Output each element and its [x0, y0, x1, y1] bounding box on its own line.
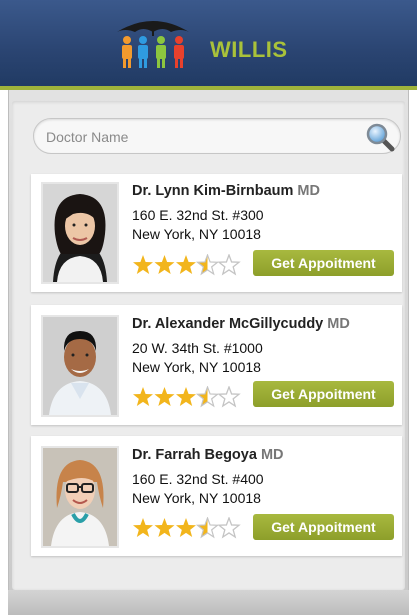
address-line-1: 20 W. 34th St. #1000	[132, 340, 263, 356]
star-icon	[176, 255, 196, 274]
star-icon	[217, 385, 241, 408]
doctor-card[interactable]: Dr. Alexander McGillycuddy MD 20 W. 34th…	[31, 305, 402, 425]
doctor-credential: MD	[260, 447, 284, 463]
doctor-name-search-input[interactable]	[46, 127, 346, 147]
address-line-1: 160 E. 32nd St. #400	[132, 471, 264, 487]
star-icon	[195, 385, 220, 408]
doctor-name: Dr. Lynn Kim-Birnbaum MD	[132, 183, 320, 199]
doctor-photo	[41, 446, 119, 548]
doctor-name: Dr. Alexander McGillycuddy MD	[132, 316, 350, 332]
star-icon	[154, 255, 175, 274]
search-bar	[33, 118, 401, 154]
app-header: WILLIS	[0, 0, 417, 88]
doctor-name-text: Dr. Alexander McGillycuddy	[132, 316, 324, 332]
doctor-card[interactable]: Dr. Farrah Begoya MD 160 E. 32nd St. #40…	[31, 436, 402, 556]
family-umbrella-icon	[117, 21, 189, 68]
doctor-credential: MD	[327, 316, 350, 332]
star-rating	[132, 253, 242, 276]
magnifier-icon	[366, 123, 395, 152]
address-line-2: New York, NY 10018	[132, 359, 261, 375]
star-rating	[132, 385, 242, 408]
star-icon	[217, 253, 241, 276]
get-appointment-button[interactable]: Get Appoitment	[253, 250, 394, 276]
brand-title: WILLIS	[210, 37, 288, 62]
star-icon	[133, 387, 153, 406]
star-icon	[195, 516, 220, 539]
star-icon	[133, 518, 153, 537]
get-appointment-button[interactable]: Get Appoitment	[253, 514, 394, 540]
search-button[interactable]	[364, 122, 396, 152]
doctor-name-text: Dr. Farrah Begoya	[132, 447, 257, 463]
address-line-1: 160 E. 32nd St. #300	[132, 207, 264, 223]
star-icon	[133, 255, 153, 274]
star-icon	[154, 387, 175, 406]
star-icon	[176, 518, 196, 537]
doctor-credential: MD	[297, 183, 320, 199]
star-icon	[195, 253, 220, 276]
get-appointment-button[interactable]: Get Appoitment	[253, 381, 394, 407]
doctor-photo	[41, 315, 119, 417]
star-icon	[176, 387, 196, 406]
star-rating	[132, 516, 242, 539]
star-icon	[217, 516, 241, 539]
address-line-2: New York, NY 10018	[132, 490, 261, 506]
bottom-bar	[8, 590, 409, 615]
address-line-2: New York, NY 10018	[132, 226, 261, 242]
star-icon	[154, 518, 175, 537]
doctor-name: Dr. Farrah Begoya MD	[132, 447, 284, 463]
doctor-photo	[41, 182, 119, 284]
doctor-card[interactable]: Dr. Lynn Kim-Birnbaum MD 160 E. 32nd St.…	[31, 174, 402, 292]
doctor-name-text: Dr. Lynn Kim-Birnbaum	[132, 183, 294, 199]
